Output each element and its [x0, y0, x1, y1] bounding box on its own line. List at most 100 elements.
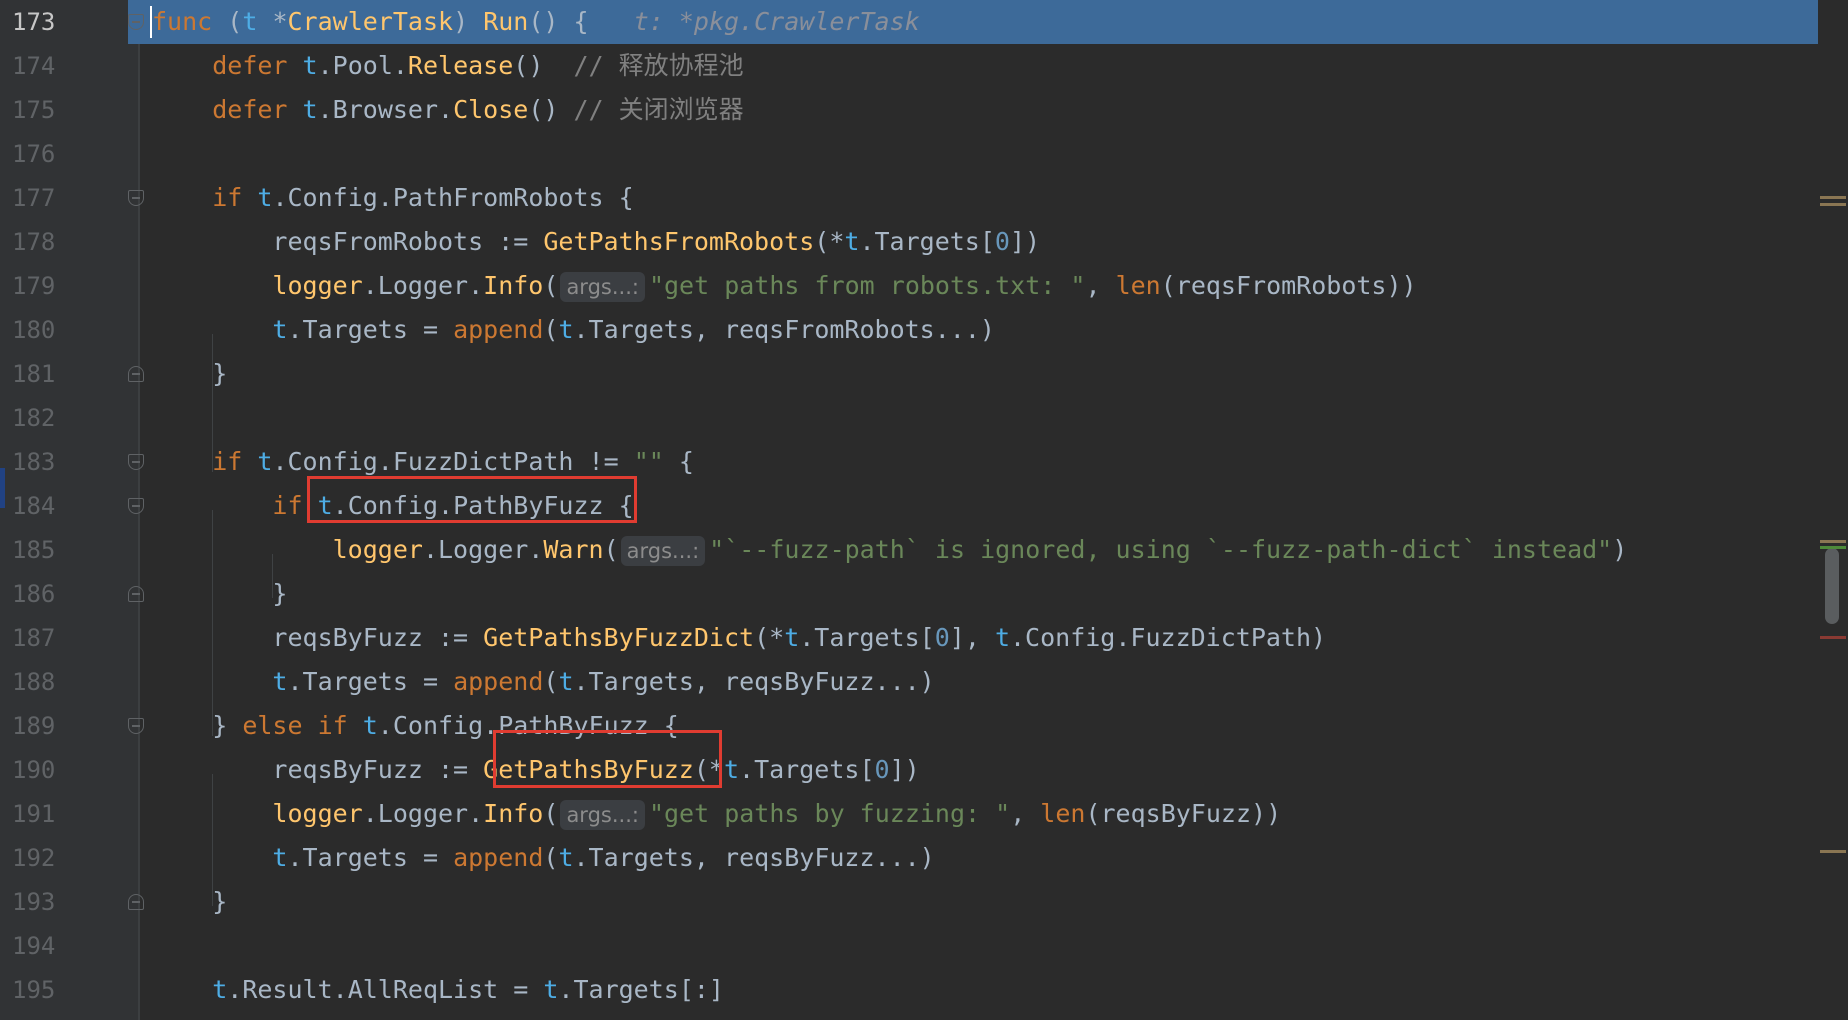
- line-number[interactable]: 192: [12, 836, 62, 880]
- code-token: 0: [874, 755, 890, 784]
- code-token: ],: [949, 623, 995, 652]
- code-token: append: [453, 667, 544, 696]
- line-number[interactable]: 187: [12, 616, 62, 660]
- code-line[interactable]: defer t.Browser.Close() // 关闭浏览器: [152, 88, 743, 132]
- indent-guide: [212, 510, 213, 736]
- code-token: logger: [272, 799, 363, 828]
- fold-toggle-icon[interactable]: [128, 586, 144, 602]
- line-number[interactable]: 178: [12, 220, 62, 264]
- line-number[interactable]: 175: [12, 88, 62, 132]
- line-number[interactable]: 174: [12, 44, 62, 88]
- fold-toggle-icon[interactable]: [128, 366, 144, 382]
- code-line[interactable]: t.Targets = append(t.Targets, reqsFromRo…: [152, 308, 995, 352]
- code-token: t: [302, 95, 318, 124]
- text-caret: [150, 6, 152, 38]
- line-number[interactable]: 188: [12, 660, 62, 704]
- line-number[interactable]: 179: [12, 264, 62, 308]
- code-token: .Targets[: [739, 755, 875, 784]
- fold-toggle-icon[interactable]: [128, 190, 144, 206]
- line-number[interactable]: 181: [12, 352, 62, 396]
- line-number[interactable]: 185: [12, 528, 62, 572]
- code-editor[interactable]: 173 func (t *CrawlerTask) Run() { t: *pkg…: [0, 0, 1848, 1020]
- code-line[interactable]: }: [152, 352, 227, 396]
- code-token: GetPathsFromRobots: [543, 227, 815, 256]
- code-token: t: [558, 667, 574, 696]
- line-number[interactable]: 177: [12, 176, 62, 220]
- code-token: t: [844, 227, 860, 256]
- code-token: ]): [889, 755, 920, 784]
- line-number[interactable]: 183: [12, 440, 62, 484]
- code-token: () {: [528, 7, 634, 36]
- code-line[interactable]: reqsByFuzz := GetPathsByFuzzDict(*t.Targ…: [152, 616, 1326, 660]
- code-line[interactable]: t.Targets = append(t.Targets, reqsByFuzz…: [152, 660, 934, 704]
- code-token: .Logger.: [362, 271, 484, 300]
- fold-toggle-icon[interactable]: [128, 14, 144, 30]
- code-token: Release: [407, 51, 514, 80]
- code-line[interactable]: t.Targets = append(t.Targets, reqsByFuzz…: [152, 836, 934, 880]
- scroll-marker-warning[interactable]: [1820, 540, 1846, 543]
- code-token: Run: [483, 7, 529, 36]
- code-line[interactable]: logger.Logger.Info(args...: "get paths fr…: [152, 264, 1417, 308]
- line-number[interactable]: 193: [12, 880, 62, 924]
- code-line[interactable]: logger.Logger.Info(args...: "get paths by…: [152, 792, 1281, 836]
- fold-toggle-icon[interactable]: [128, 498, 144, 514]
- code-token: "": [633, 447, 664, 476]
- code-line[interactable]: }: [152, 880, 227, 924]
- code-token: defer: [212, 95, 288, 124]
- code-line[interactable]: }: [152, 572, 287, 616]
- code-token: ): [1612, 535, 1628, 564]
- line-number[interactable]: 176: [12, 132, 62, 176]
- code-token: .Targets =: [287, 667, 454, 696]
- line-number[interactable]: 186: [12, 572, 62, 616]
- code-token: //: [573, 51, 619, 80]
- code-token: defer: [212, 51, 288, 80]
- code-token: }: [152, 359, 228, 388]
- line-number[interactable]: 195: [12, 968, 62, 1012]
- parameter-hint: args...:: [620, 536, 706, 566]
- fold-toggle-icon[interactable]: [128, 894, 144, 910]
- scroll-marker-warning[interactable]: [1820, 850, 1846, 853]
- code-line[interactable]: reqsFromRobots := GetPathsFromRobots(*t.…: [152, 220, 1040, 264]
- fold-toggle-icon[interactable]: [128, 718, 144, 734]
- scroll-marker-error[interactable]: [1820, 636, 1846, 639]
- line-number[interactable]: 191: [12, 792, 62, 836]
- code-token: t: [558, 843, 574, 872]
- line-number[interactable]: 190: [12, 748, 62, 792]
- line-number[interactable]: 180: [12, 308, 62, 352]
- gutter-change-marker: [0, 468, 5, 508]
- scroll-marker-ok[interactable]: [1820, 546, 1846, 549]
- code-token: .Targets[:]: [558, 975, 724, 1004]
- code-line[interactable]: if t.Config.PathFromRobots {: [152, 176, 634, 220]
- line-number[interactable]: 173: [12, 0, 62, 44]
- line-number[interactable]: 189: [12, 704, 62, 748]
- fold-toggle-icon[interactable]: [128, 454, 144, 470]
- scroll-marker-warning[interactable]: [1820, 196, 1846, 199]
- scrollbar-thumb[interactable]: [1825, 548, 1839, 624]
- indent-guide: [212, 334, 213, 472]
- code-token: t: [723, 755, 740, 784]
- line-number[interactable]: 184: [12, 484, 62, 528]
- code-line[interactable]: logger.Logger.Warn(args...: "`--fuzz-path…: [152, 528, 1627, 572]
- code-token: ): [453, 7, 484, 36]
- code-token: if: [212, 183, 243, 212]
- line-number[interactable]: 194: [12, 924, 62, 968]
- code-line[interactable]: func (t *CrawlerTask) Run() { t: *pkg.Cr…: [152, 0, 920, 44]
- code-line[interactable]: defer t.Pool.Release() // 释放协程池: [152, 44, 743, 88]
- code-token: CrawlerTask: [287, 7, 454, 36]
- vertical-scrollbar[interactable]: [1818, 0, 1848, 1020]
- code-token: "get paths by fuzzing: ": [648, 799, 1011, 828]
- code-token: }: [152, 579, 288, 608]
- code-token: .Config.PathFromRobots {: [272, 183, 634, 212]
- scroll-marker-warning[interactable]: [1820, 203, 1846, 206]
- line-number[interactable]: 182: [12, 396, 62, 440]
- code-token: (: [543, 315, 559, 344]
- code-line[interactable]: t.Result.AllReqList = t.Targets[:]: [152, 968, 724, 1012]
- code-token: .Targets[: [859, 227, 995, 256]
